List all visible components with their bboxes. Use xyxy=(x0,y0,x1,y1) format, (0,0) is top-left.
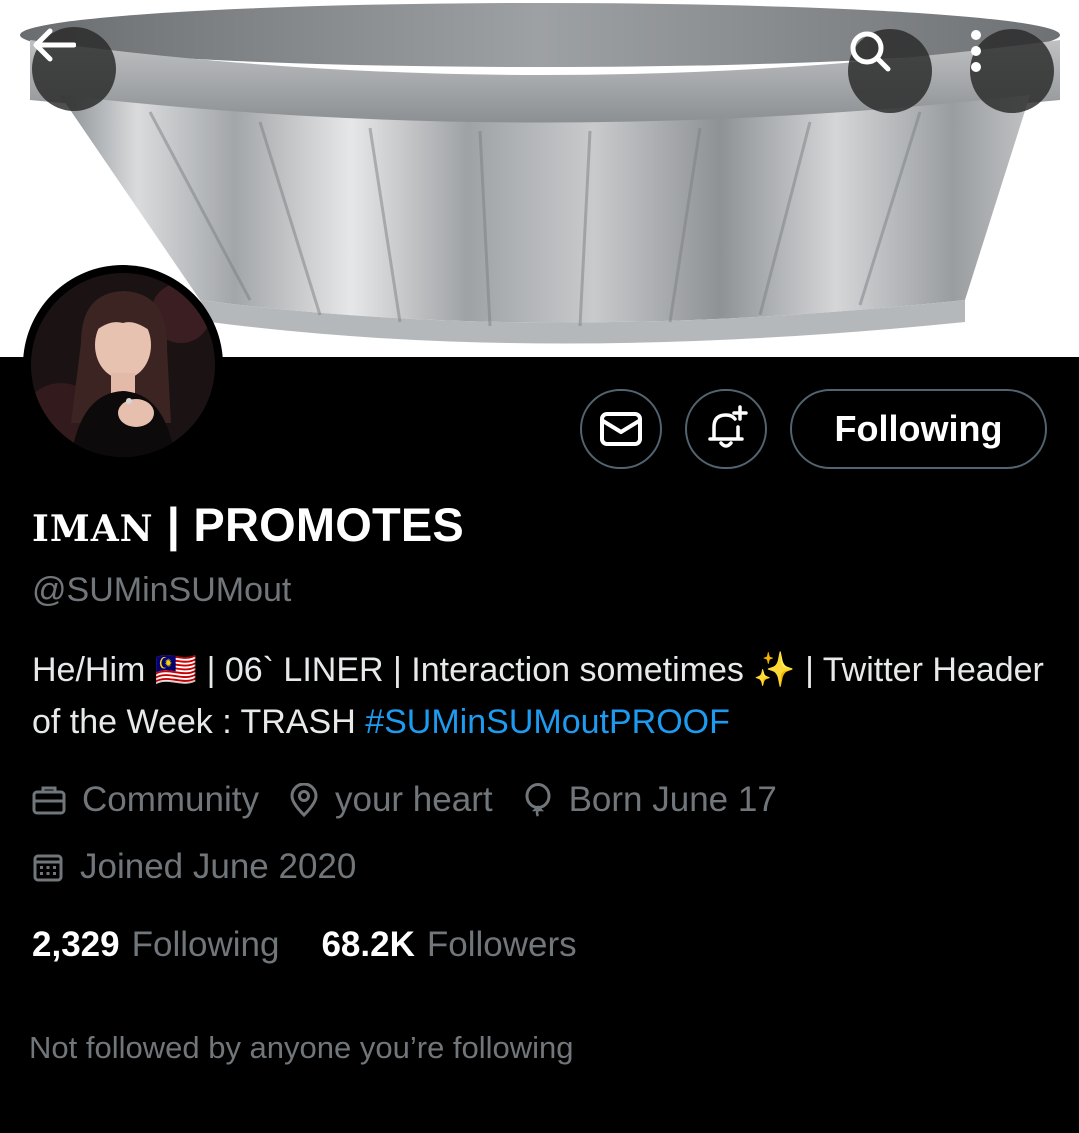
location-label: your heart xyxy=(334,780,493,819)
arrow-left-icon xyxy=(33,28,76,62)
bell-plus-icon xyxy=(708,405,748,448)
following-button-label: Following xyxy=(834,408,1003,449)
balloon-icon xyxy=(525,783,551,817)
search-icon xyxy=(850,31,891,72)
category-item: Community xyxy=(32,780,259,820)
mail-icon xyxy=(600,412,642,446)
follow-stats: 2,329 Following 68.2K Followers xyxy=(32,925,619,965)
bio: He/Him 🇲🇾 | 06` LINER | Interaction some… xyxy=(32,644,1062,748)
message-button[interactable] xyxy=(580,389,662,469)
search-button[interactable] xyxy=(848,29,932,113)
followers-stat-label: Followers xyxy=(426,925,577,964)
user-handle: @SUMinSUMout xyxy=(32,571,292,609)
more-vertical-icon xyxy=(971,30,981,72)
followers-count: 68.2K xyxy=(321,925,415,964)
calendar-icon xyxy=(33,854,63,882)
map-pin-icon xyxy=(290,783,318,817)
briefcase-icon xyxy=(32,786,66,815)
following-stat-label: Following xyxy=(131,925,280,964)
display-name-prefix: IMAN xyxy=(32,508,154,550)
social-context-note: Not followed by anyone you’re following xyxy=(29,1030,574,1065)
display-name-suffix: | PROMOTES xyxy=(153,498,464,551)
joined-label: Joined June 2020 xyxy=(80,847,357,886)
back-button[interactable] xyxy=(32,27,116,111)
avatar[interactable] xyxy=(23,265,223,465)
profile-joined-row: Joined June 2020 xyxy=(32,847,386,887)
display-name: IMAN | PROMOTES xyxy=(32,497,464,552)
bio-hashtag-link[interactable]: #SUMinSUMoutPROOF xyxy=(365,703,730,741)
birthday-item: Born June 17 xyxy=(523,780,777,820)
following-count: 2,329 xyxy=(32,925,120,964)
joined-item: Joined June 2020 xyxy=(32,847,356,887)
following-button[interactable]: Following xyxy=(790,389,1047,469)
more-options-button[interactable] xyxy=(970,29,1054,113)
profile-meta-row: Community your heart Born June 17 xyxy=(32,780,807,820)
followers-stat-link[interactable]: 68.2K Followers xyxy=(321,925,576,965)
notifications-button[interactable] xyxy=(685,389,767,469)
avatar-image xyxy=(31,273,215,457)
following-stat-link[interactable]: 2,329 Following xyxy=(32,925,279,965)
birthday-label: Born June 17 xyxy=(568,780,777,819)
location-item: your heart xyxy=(289,780,493,820)
category-label[interactable]: Community xyxy=(82,780,259,820)
